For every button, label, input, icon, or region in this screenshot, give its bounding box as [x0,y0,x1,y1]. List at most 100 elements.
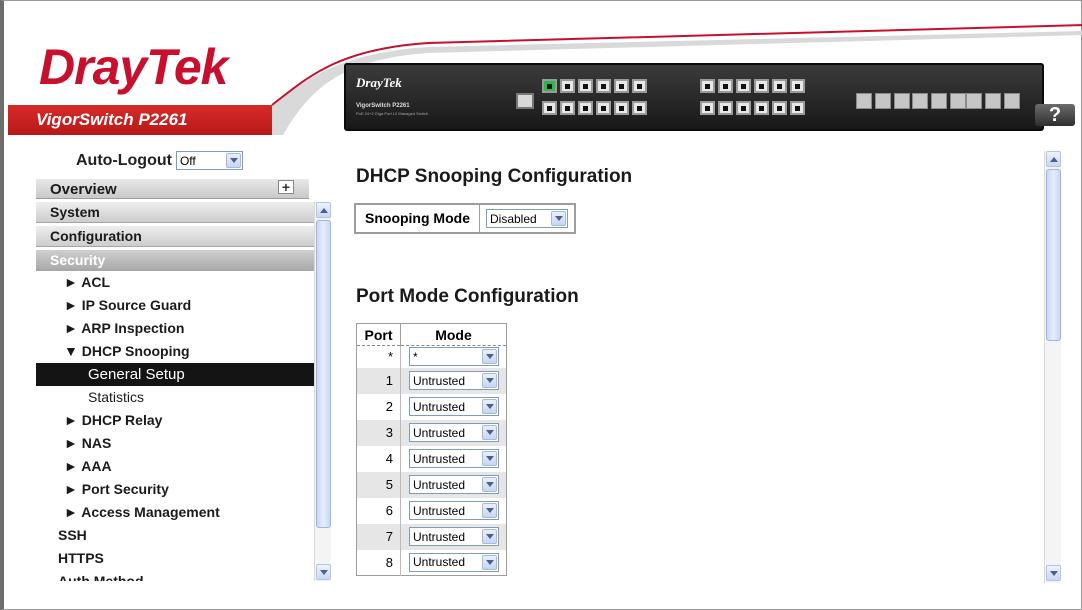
port-number: 8 [356,549,401,576]
rj45-port-icon [578,79,593,93]
rj45-port-icon [578,101,593,115]
rj45-port-icon [596,79,611,93]
table-row: 2 Untrusted [356,393,507,420]
nav-item-port-security[interactable]: ► Port Security [36,478,314,501]
nav-item-https[interactable]: HTTPS [36,547,314,570]
nav-item-ip-source-guard[interactable]: ► IP Source Guard [36,294,314,317]
scrollbar-thumb[interactable] [1046,169,1061,341]
auto-logout-value: Off [179,153,196,168]
sfp-port-icon [875,93,891,109]
nav-item-acl[interactable]: ► ACL [36,271,314,294]
snooping-mode-value: Disabled [489,211,537,226]
mode-select[interactable]: Untrusted [409,552,499,572]
main-content: DHCP Snooping Configuration Snooping Mod… [344,143,1044,583]
mode-value: Untrusted [413,477,466,492]
rj45-port-icon [754,101,769,115]
rj45-port-icon [700,79,715,93]
mode-value: Untrusted [413,425,466,440]
nav-sub-general-setup[interactable]: General Setup [36,363,314,386]
mode-value: * [413,349,418,364]
port-group-top-2 [700,79,805,93]
sidebar-scrollbar[interactable] [314,202,331,581]
chevron-down-icon [482,451,497,466]
chevron-down-icon [482,554,497,570]
table-row: 5 Untrusted [356,471,507,498]
browser-frame: DrayTek VigorSwitch P2261 DrayTek VigorS… [0,0,1082,610]
nav-item-dhcp-snooping[interactable]: ▼ DHCP Snooping [36,340,314,363]
rj45-port-icon [736,101,751,115]
nav-security[interactable]: Security [36,250,314,271]
snooping-mode-select[interactable]: Disabled [485,209,568,228]
nav-configuration[interactable]: Configuration [36,226,314,247]
nav-item-aaa[interactable]: ► AAA [36,455,314,478]
mode-select[interactable]: Untrusted [409,475,499,494]
port-number: * [356,345,401,368]
rj45-port-icon [542,79,557,93]
port-number: 7 [356,523,401,550]
main-scrollbar[interactable] [1044,151,1061,583]
mode-value: Untrusted [413,451,466,466]
port-number: 6 [356,497,401,524]
nav-item-nas[interactable]: ► NAS [36,432,314,455]
chevron-down-icon [482,373,497,388]
scrollbar-thumb[interactable] [316,220,331,528]
help-button[interactable]: ? [1035,104,1075,126]
table-row: 1 Untrusted [356,367,507,394]
nav-sub-statistics[interactable]: Statistics [36,386,314,409]
mode-select[interactable]: Untrusted [409,371,499,390]
nav-tree: System Configuration Security ► ACL ► IP… [36,202,332,581]
table-row: 3 Untrusted [356,419,507,446]
port-group-bottom-1 [542,101,647,115]
table-row: 7 Untrusted [356,523,507,550]
plus-icon[interactable]: + [278,180,294,194]
rj45-port-icon [596,101,611,115]
nav-item-access-management[interactable]: ► Access Management [36,501,314,524]
nav-system[interactable]: System [36,202,314,223]
sidebar: Auto-Logout Off Overview + System Config… [36,143,332,581]
sfp-port-icon [856,93,872,109]
snooping-mode-label: Snooping Mode [356,205,480,232]
scroll-up-icon[interactable] [1046,151,1061,167]
nav-overview[interactable]: Overview [36,179,309,199]
sfp-group-1 [856,93,910,109]
sfp-port-icon [894,93,910,109]
port-group-top-1 [542,79,647,93]
auto-logout-label: Auto-Logout [76,151,172,169]
scroll-down-icon[interactable] [1046,565,1061,581]
auto-logout-select[interactable]: Off [175,151,243,170]
switch-panel-image: DrayTek VigorSwitch P2261 PoE 24+2 Giga … [344,63,1044,131]
mode-select[interactable]: Untrusted [409,449,499,468]
nav-item-auth-method[interactable]: Auth Method [36,570,314,581]
port-group-bottom-2 [700,101,805,115]
nav-item-ssh[interactable]: SSH [36,524,314,547]
page-title: DHCP Snooping Configuration [356,166,633,187]
rj45-port-icon [790,79,805,93]
nav-item-dhcp-relay[interactable]: ► DHCP Relay [36,409,314,432]
sfp-port-icon [1004,93,1020,109]
port-mode-title: Port Mode Configuration [356,286,579,307]
panel-subtitle: PoE 24+2 Giga Port L2 Managed Switch [356,111,428,116]
mode-select[interactable]: Untrusted [409,527,499,546]
port-number: 1 [356,367,401,394]
nav-item-arp-inspection[interactable]: ► ARP Inspection [36,317,314,340]
table-row: 8 Untrusted [356,549,507,576]
rj45-port-icon [542,101,557,115]
console-port-icon [516,93,534,109]
port-number: 4 [356,445,401,472]
rj45-port-icon [772,101,787,115]
draytek-logo: DrayTek [39,39,228,95]
chevron-down-icon [550,211,566,226]
mode-select[interactable]: * [409,347,499,367]
rj45-port-icon [754,79,769,93]
mode-select[interactable]: Untrusted [409,397,499,416]
port-mode-table: Port Mode * * 1 Untrusted 2 Untrusted 3 … [356,323,507,576]
mode-select[interactable]: Untrusted [409,423,499,442]
snooping-mode-row: Snooping Mode Disabled [354,203,576,234]
rj45-port-icon [632,79,647,93]
sfp-port-icon [931,93,947,109]
scroll-up-icon[interactable] [316,202,331,218]
mode-value: Untrusted [413,555,466,570]
scroll-down-icon[interactable] [316,564,331,580]
sfp-group-3 [966,93,1020,109]
mode-select[interactable]: Untrusted [409,501,499,520]
